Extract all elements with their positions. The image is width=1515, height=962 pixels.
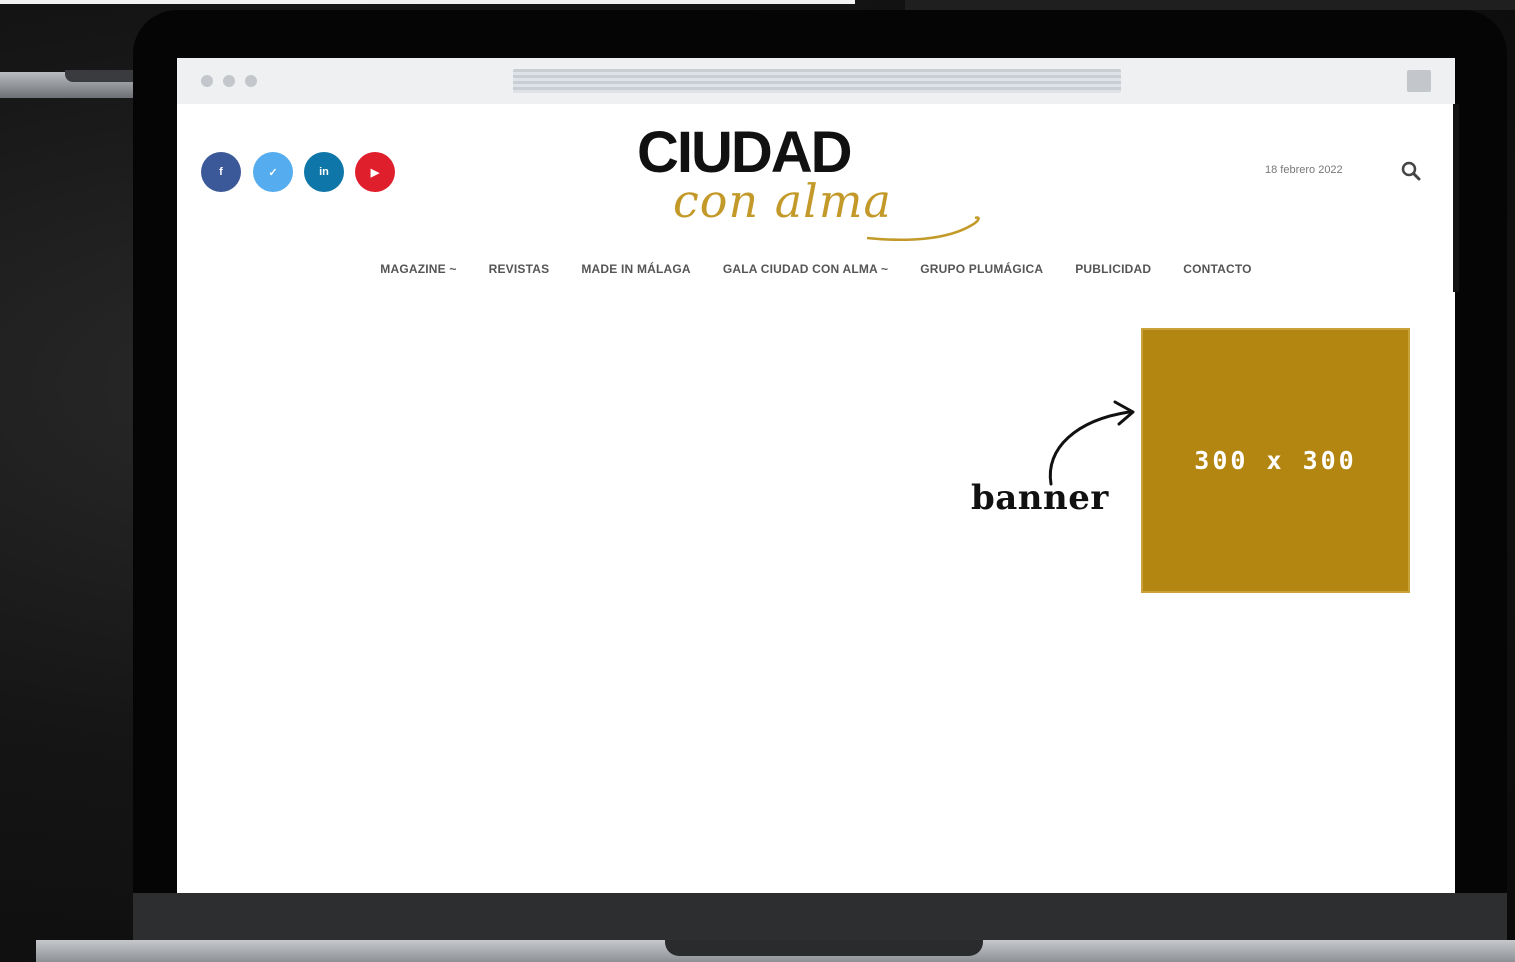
twitter-icon[interactable]: ✓ (253, 152, 293, 192)
current-date: 18 febrero 2022 (1265, 164, 1343, 176)
background-screen-edge (0, 0, 855, 4)
nav-item-made-in-malaga[interactable]: MADE IN MÁLAGA (581, 262, 690, 276)
browser-toolbar (177, 58, 1455, 104)
twitter-glyph: ✓ (268, 166, 278, 179)
linkedin-icon[interactable]: in (304, 152, 344, 192)
address-bar[interactable] (513, 69, 1121, 93)
logo-script-text: con alma (673, 174, 892, 228)
facebook-icon[interactable]: f (201, 152, 241, 192)
youtube-icon[interactable]: ▶ (355, 152, 395, 192)
window-dot-minimize[interactable] (223, 75, 235, 87)
linkedin-glyph: in (319, 166, 329, 178)
nav-item-gala[interactable]: GALA CIUDAD CON ALMA ~ (723, 262, 888, 276)
nav-item-magazine[interactable]: MAGAZINE ~ (380, 262, 456, 276)
facebook-glyph: f (219, 166, 223, 178)
browser-frame-edge (1453, 104, 1459, 292)
background-panel (905, 0, 1515, 10)
laptop-chin (133, 893, 1507, 945)
laptop-notch (665, 940, 983, 956)
banner-placeholder[interactable]: 300 x 300 (1141, 328, 1410, 593)
browser-window: f ✓ in ▶ CIUDAD con alma 18 febrero 2022… (177, 58, 1455, 893)
browser-menu-button[interactable] (1407, 70, 1431, 92)
banner-size-label: 300 x 300 (1194, 446, 1357, 475)
window-dot-close[interactable] (201, 75, 213, 87)
window-dot-maximize[interactable] (245, 75, 257, 87)
main-navigation: MAGAZINE ~ REVISTAS MADE IN MÁLAGA GALA … (177, 262, 1455, 276)
nav-item-contacto[interactable]: CONTACTO (1183, 262, 1252, 276)
site-logo[interactable]: CIUDAD con alma (617, 120, 997, 250)
search-icon (1401, 161, 1421, 181)
youtube-glyph: ▶ (370, 166, 380, 179)
search-button[interactable] (1399, 159, 1423, 183)
nav-item-revistas[interactable]: REVISTAS (489, 262, 550, 276)
banner-annotation: banner (971, 478, 1109, 518)
curved-arrow-icon (1048, 400, 1135, 486)
nav-item-grupo-plumagica[interactable]: GRUPO PLUMÁGICA (920, 262, 1043, 276)
nav-item-publicidad[interactable]: PUBLICIDAD (1075, 262, 1151, 276)
